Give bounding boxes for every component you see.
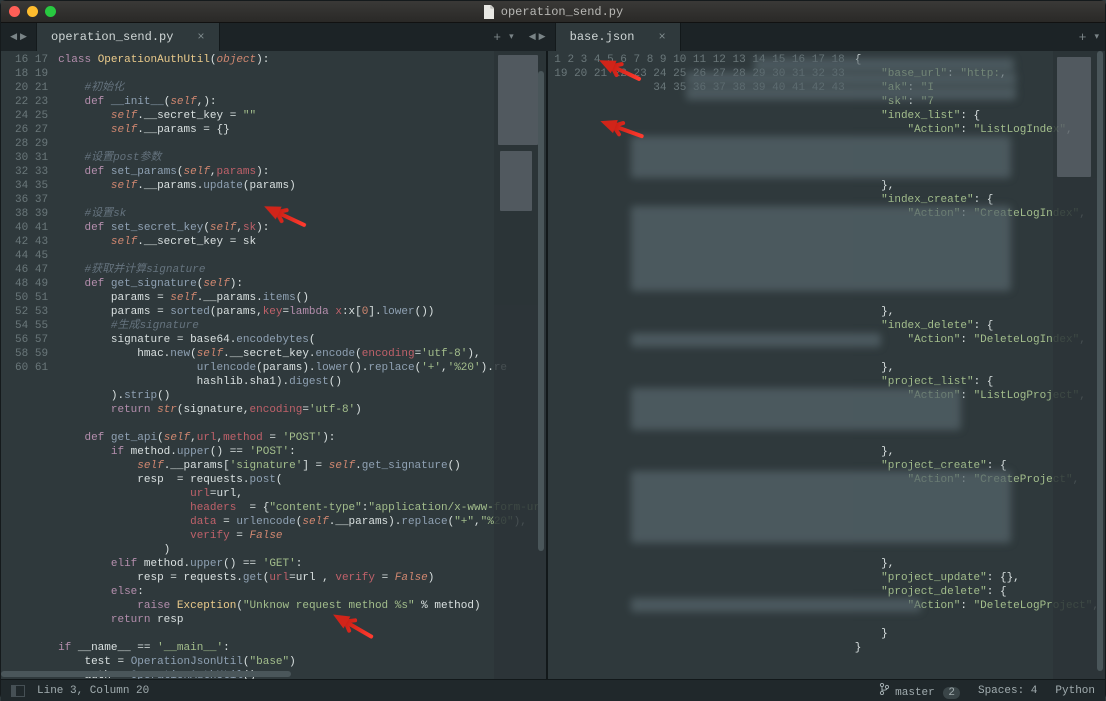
redacted-region [631, 471, 1011, 543]
indent-setting[interactable]: Spaces: 4 [978, 685, 1037, 697]
tab-menu-icon[interactable]: ▾ [509, 32, 514, 42]
vertical-scrollbar[interactable] [536, 51, 546, 679]
branch-badge: 2 [943, 687, 960, 699]
redacted-region [631, 333, 881, 347]
redacted-region [631, 388, 961, 430]
tab-history-nav-right[interactable]: ◀ ▶ [520, 23, 556, 51]
cursor-position[interactable]: Line 3, Column 20 [37, 685, 149, 697]
right-pane: 1 2 3 4 5 6 7 8 9 10 11 12 13 14 15 16 1… [548, 51, 1105, 679]
window-titlebar: operation_send.py [1, 1, 1105, 23]
window-title: operation_send.py [1, 5, 1105, 19]
line-gutter: 16 17 18 19 20 21 22 23 24 25 26 27 28 2… [1, 51, 56, 679]
tab-group-right-actions: + ▾ [681, 23, 1105, 51]
file-icon [483, 5, 495, 19]
tab-menu-icon[interactable]: ▾ [1094, 32, 1099, 42]
redacted-region [754, 58, 1014, 72]
redacted-region [631, 598, 921, 612]
vertical-scrollbar[interactable] [1095, 51, 1105, 679]
redacted-region [631, 136, 1011, 178]
redacted-region [686, 86, 1016, 100]
status-bar: Line 3, Column 20 master 2 Spaces: 4 Pyt… [1, 679, 1105, 701]
new-tab-icon[interactable]: + [493, 30, 501, 45]
tab-history-nav[interactable]: ◀ ▶ [1, 23, 37, 51]
tab-bar: ◀ ▶ operation_send.py × + ▾ ◀ ▶ base.jso… [1, 23, 1105, 51]
tab-close-icon[interactable]: × [658, 30, 665, 44]
syntax-setting[interactable]: Python [1055, 685, 1095, 697]
left-pane: 16 17 18 19 20 21 22 23 24 25 26 27 28 2… [1, 51, 548, 679]
tab-label: base.json [570, 30, 635, 44]
tab-operation-send[interactable]: operation_send.py × [37, 23, 220, 51]
tab-base-json[interactable]: base.json × [556, 23, 681, 51]
window-title-text: operation_send.py [501, 5, 623, 19]
tab-group-left-actions: + ▾ [220, 23, 520, 51]
horizontal-scrollbar[interactable] [1, 669, 546, 679]
new-tab-icon[interactable]: + [1079, 30, 1087, 45]
code-area[interactable]: class OperationAuthUtil(object): #初始化 de… [56, 51, 546, 679]
tab-label: operation_send.py [51, 30, 173, 44]
redacted-region [686, 72, 1016, 86]
history-back-icon[interactable]: ◀ [10, 32, 17, 42]
history-forward-icon[interactable]: ▶ [20, 32, 27, 42]
branch-name: master [895, 687, 935, 699]
redacted-region [631, 206, 1011, 291]
editor-panes: 16 17 18 19 20 21 22 23 24 25 26 27 28 2… [1, 51, 1105, 679]
git-branch[interactable]: master 2 [879, 683, 960, 699]
history-forward-icon[interactable]: ▶ [539, 32, 546, 42]
tab-close-icon[interactable]: × [197, 30, 204, 44]
branch-icon [879, 683, 889, 695]
gutter-toggle[interactable] [11, 685, 25, 697]
history-back-icon[interactable]: ◀ [529, 32, 536, 42]
left-editor[interactable]: 16 17 18 19 20 21 22 23 24 25 26 27 28 2… [1, 51, 546, 679]
